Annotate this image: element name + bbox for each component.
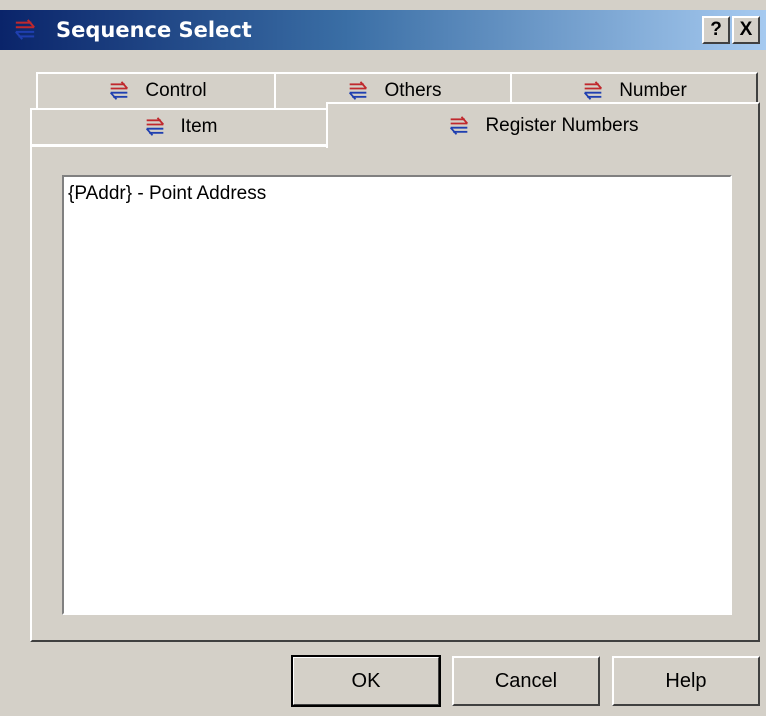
tab-panel: {PAddr} - Point Address [30, 145, 760, 642]
ok-button[interactable]: OK [291, 655, 441, 707]
tab-register-numbers-label: Register Numbers [485, 115, 639, 136]
tab-item-label: Item [180, 116, 218, 137]
list-item[interactable]: {PAddr} - Point Address [68, 183, 266, 205]
sequence-listbox[interactable]: {PAddr} - Point Address [62, 175, 732, 615]
swap-arrows-icon [145, 117, 164, 137]
help-title-button[interactable]: ? [702, 16, 730, 44]
tab-control[interactable]: Control [36, 72, 278, 108]
swap-arrows-icon [583, 81, 603, 101]
close-button[interactable]: X [732, 16, 760, 44]
sequence-select-dialog: Sequence Select ? X Control Others Numbe… [0, 0, 766, 716]
tab-item[interactable]: Item [30, 108, 330, 146]
window-title: Sequence Select [56, 18, 252, 42]
tab-number-label: Number [619, 80, 687, 101]
help-button[interactable]: Help [612, 656, 760, 706]
swap-arrows-icon [349, 81, 368, 101]
tab-control-label: Control [145, 80, 207, 101]
swap-arrows-icon [450, 116, 469, 136]
swap-arrows-icon [110, 81, 129, 101]
tab-register-numbers[interactable]: Register Numbers [326, 102, 760, 148]
tab-others-label: Others [384, 80, 442, 101]
swap-arrows-icon [14, 18, 36, 41]
cancel-button[interactable]: Cancel [452, 656, 600, 706]
title-bar[interactable]: Sequence Select ? X [0, 10, 766, 50]
